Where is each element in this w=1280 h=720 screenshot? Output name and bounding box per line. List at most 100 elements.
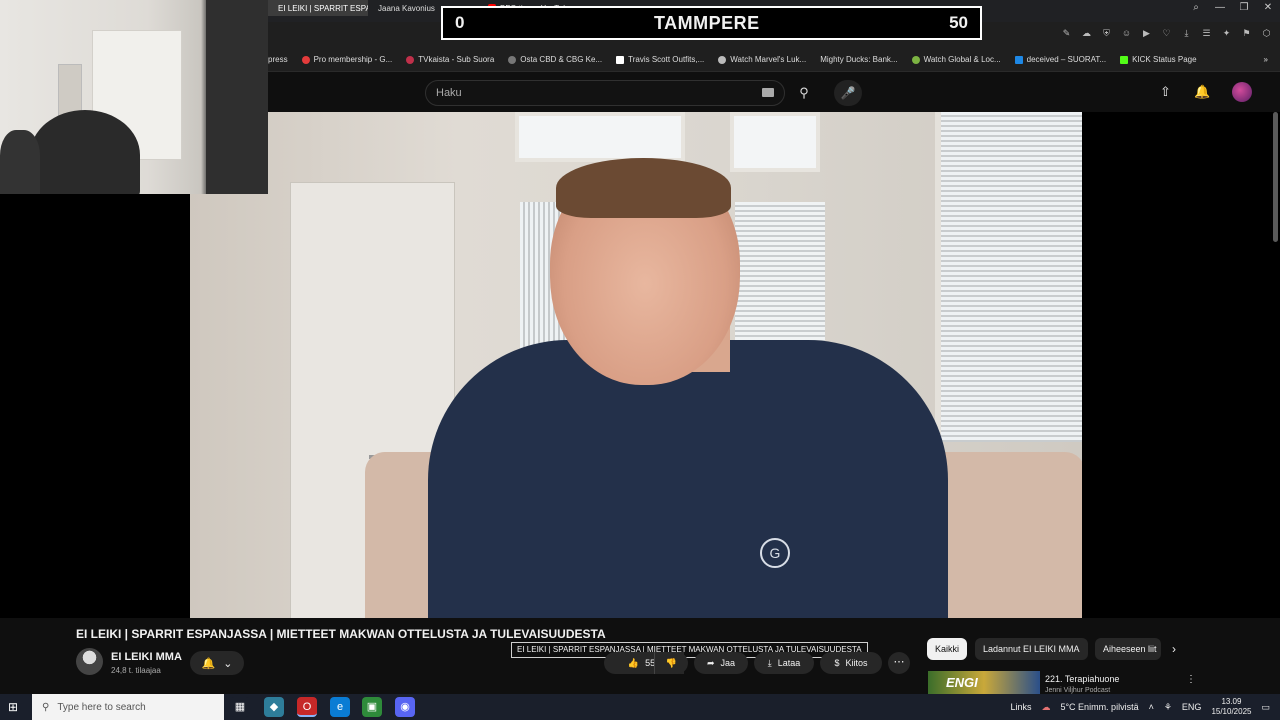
discord-app-icon[interactable]: ◉ [395, 697, 415, 717]
bookmark-osta-cbd[interactable]: Osta CBD & CBG Ke... [508, 55, 602, 64]
weather-widget[interactable]: 5°C Enimm. pilvistä [1060, 702, 1138, 712]
search-button[interactable]: ⚲ [790, 80, 818, 106]
recommendation-menu-icon[interactable]: ⋮ [1186, 674, 1196, 685]
bookmark-kick-status[interactable]: KICK Status Page [1120, 55, 1197, 64]
menu-icon[interactable]: ☰ [1201, 28, 1212, 39]
search-placeholder: Haku [436, 87, 462, 99]
download-label: Lataa [777, 658, 801, 668]
tv-icon [406, 55, 415, 64]
minimize-icon[interactable]: — [1208, 0, 1232, 16]
task-view-icon[interactable]: ▦ [230, 697, 250, 717]
more-actions-icon[interactable]: ⋯ [888, 652, 910, 674]
recommendation-channel: Jenni Viljhur Podcast [1045, 687, 1111, 694]
tab-jaana[interactable]: Jaana Kavonius [368, 0, 438, 16]
bookmark-mighty-ducks[interactable]: Mighty Ducks: Bank... [820, 55, 897, 64]
notifications-bell-icon[interactable]: 🔔 [1194, 84, 1210, 100]
bookmark-press[interactable]: press [268, 55, 288, 64]
subscribed-notifications-button[interactable]: 🔔 ⌄ [190, 651, 244, 675]
tab-label: Jaana Kavonius [378, 3, 435, 13]
score-city: TAMMPERE [653, 12, 760, 33]
shield-icon[interactable]: ⛨ [1101, 28, 1112, 39]
dislike-button[interactable]: 👎 [654, 652, 688, 674]
sparkle-icon[interactable]: ✦ [1221, 28, 1232, 39]
hexagon-icon[interactable]: ⬡ [1261, 28, 1272, 39]
video-player[interactable]: G [190, 112, 1082, 618]
close-icon[interactable]: ✕ [1256, 0, 1280, 16]
taskbar-search-placeholder: Type here to search [57, 701, 146, 713]
upload-icon[interactable]: ⇧ [1160, 84, 1171, 100]
obs-app-icon[interactable]: ▣ [362, 697, 382, 717]
score-right: 50 [949, 13, 968, 32]
video-person-hair [556, 158, 731, 218]
bookmark-tvkaista[interactable]: TVkaista - Sub Suora [406, 55, 494, 64]
thanks-button[interactable]: $ Kiitos [820, 652, 882, 674]
edit-icon[interactable]: ✎ [1061, 28, 1072, 39]
bookmark-label: Watch Marvel's Luk... [730, 55, 807, 64]
download-icon[interactable]: ⤓ [1181, 28, 1192, 39]
flag-icon[interactable]: ⚑ [1241, 28, 1252, 39]
app-icon[interactable]: ◆ [264, 697, 284, 717]
bookmark-label: KICK Status Page [1132, 55, 1197, 64]
restore-icon[interactable]: ❐ [1232, 0, 1256, 16]
channel-name[interactable]: EI LEIKI MMA [111, 651, 182, 663]
thumbs-down-icon: 👎 [665, 657, 678, 668]
tab-active-video[interactable]: EI LEIKI | SPARRIT ESPA [268, 0, 368, 16]
video-letterbox-right [1082, 112, 1280, 618]
tab-search-icon[interactable]: ⌕ [1184, 0, 1208, 16]
webcam-dark-panel [206, 0, 268, 194]
clock-date: 15/10/2025 [1211, 707, 1252, 716]
windows-start-icon[interactable]: ⊞ [8, 700, 22, 714]
notification-icon[interactable]: ▭ [1261, 702, 1270, 713]
taskbar-search-input[interactable]: ⚲ Type here to search [32, 694, 224, 720]
bookmark-marvel[interactable]: Watch Marvel's Luk... [718, 55, 806, 64]
bookmark-label: Mighty Ducks: Bank... [820, 55, 898, 64]
recommendation-title[interactable]: 221. Terapiahuone [1045, 674, 1119, 684]
download-icon: ⤓ [767, 657, 772, 668]
channel-subscriber-count: 24,8 t. tilaajaa [111, 666, 161, 675]
chevron-right-icon[interactable]: › [1172, 642, 1176, 656]
bookmark-label: press [268, 55, 288, 64]
chip-related[interactable]: Aiheeseen liit [1095, 638, 1161, 660]
share-label: Jaa [720, 658, 736, 668]
share-icon: ➦ [706, 657, 715, 668]
bookmark-pro-membership[interactable]: Pro membership - G... [301, 55, 392, 64]
opera-browser-icon[interactable]: O [297, 697, 317, 717]
language-indicator[interactable]: ENG [1182, 702, 1202, 712]
channel-avatar[interactable] [76, 648, 103, 675]
links-toolbar[interactable]: Links [1010, 702, 1031, 712]
score-left: 0 [455, 13, 465, 32]
voice-search-mic-icon[interactable]: 🎤 [834, 80, 862, 106]
recommendation-thumbnail[interactable]: ENGI [928, 671, 1040, 694]
page-scrollbar[interactable] [1273, 112, 1278, 242]
share-button[interactable]: ➦ Jaa [694, 652, 748, 674]
extension-icons: ✎ ☁ ⛨ ☺ ▶ ♡ ⤓ ☰ ✦ ⚑ ⬡ [1061, 28, 1272, 39]
chevron-down-icon: ⌄ [223, 657, 233, 670]
play-icon[interactable]: ▶ [1141, 28, 1152, 39]
score-overlay: 0 TAMMPERE 50 [441, 6, 982, 40]
bookmark-travis-scott[interactable]: Travis Scott Outfits,... [616, 55, 704, 64]
search-input[interactable]: Haku [425, 80, 785, 106]
heart-icon[interactable]: ♡ [1161, 28, 1172, 39]
edge-browser-icon[interactable]: e [330, 697, 350, 717]
bookmark-label: Travis Scott Outfits,... [628, 55, 705, 64]
clock[interactable]: 13.09 15/10/2025 [1211, 697, 1251, 717]
kick-icon [1120, 55, 1129, 64]
bookmark-deceived[interactable]: deceived – SUORAT... [1014, 55, 1107, 64]
chip-all[interactable]: Kaikki [927, 638, 968, 660]
face-icon[interactable]: ☺ [1121, 28, 1132, 39]
bell-icon: 🔔 [201, 657, 216, 670]
android-icon [911, 55, 920, 64]
bookmark-watch-global[interactable]: Watch Global & Loc... [911, 55, 1001, 64]
chip-channel-uploads[interactable]: Ladannut EI LEIKI MMA [975, 638, 1088, 660]
system-tray: Links ☁ 5°C Enimm. pilvistä ˄ ⚘ ENG 13.0… [1010, 694, 1280, 720]
bookmark-label: deceived – SUORAT... [1026, 55, 1107, 64]
download-button[interactable]: ⤓ Lataa [754, 652, 814, 674]
tab-label: EI LEIKI | SPARRIT ESPA [278, 3, 368, 13]
show-hidden-icons-icon[interactable]: ˄ [1149, 702, 1154, 712]
pen-icon[interactable]: ⚘ [1164, 702, 1172, 713]
cloud-icon[interactable]: ☁ [1081, 28, 1092, 39]
keyboard-icon[interactable] [762, 88, 774, 97]
bookmarks-more[interactable]: » [1264, 55, 1280, 64]
account-avatar[interactable] [1232, 82, 1252, 102]
clock-time: 13.09 [1221, 697, 1242, 706]
